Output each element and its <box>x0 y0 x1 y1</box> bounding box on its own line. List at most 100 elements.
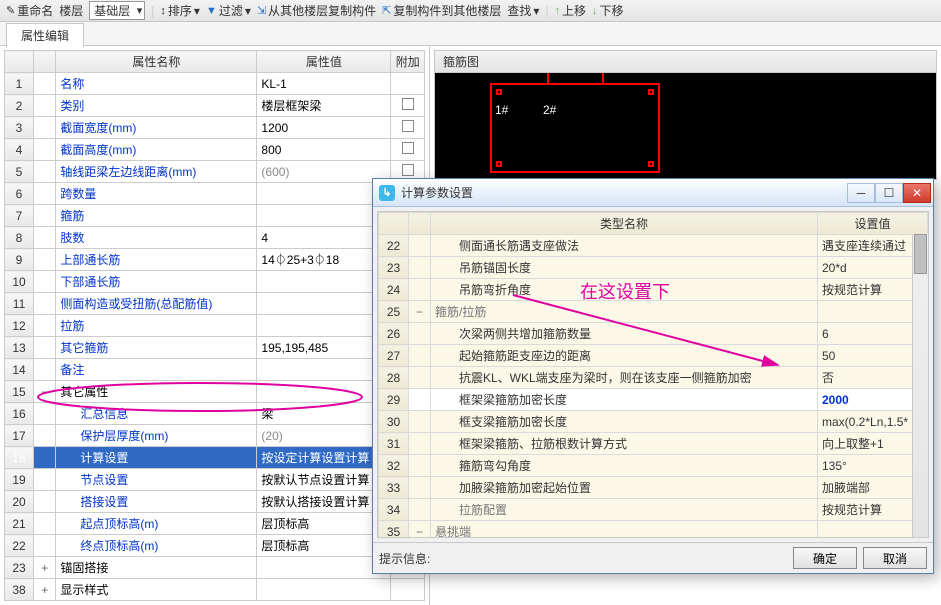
close-button[interactable]: ✕ <box>903 183 931 203</box>
param-value[interactable]: 50 <box>818 345 928 367</box>
table-row[interactable]: 25−箍筋/拉筋 <box>379 301 928 323</box>
table-row[interactable]: 28抗震KL、WKL端支座为梁时，则在该支座一侧箍筋加密否 <box>379 367 928 389</box>
param-value[interactable]: 2000 <box>818 389 928 411</box>
attach-checkbox[interactable] <box>391 95 425 117</box>
param-value[interactable]: 20*d <box>818 257 928 279</box>
prop-value[interactable] <box>257 271 391 293</box>
table-row[interactable]: 23+锚固搭接 <box>5 557 425 579</box>
floor-selector[interactable]: 基础层▾ <box>89 1 145 20</box>
param-value[interactable]: 加腋端部 <box>818 477 928 499</box>
tree-toggle[interactable]: − <box>34 381 56 403</box>
prop-value[interactable]: 层顶标高 <box>257 513 391 535</box>
prop-value[interactable]: (20) <box>257 425 391 447</box>
prop-value[interactable]: KL-1 <box>257 73 391 95</box>
filter-button[interactable]: ▼过滤 ▾ <box>206 2 251 19</box>
table-row[interactable]: 14备注 <box>5 359 425 381</box>
param-value[interactable]: 否 <box>818 367 928 389</box>
attach-checkbox[interactable] <box>391 139 425 161</box>
prop-value[interactable]: 4 <box>257 227 391 249</box>
sort-button[interactable]: ↕排序 ▾ <box>160 2 200 19</box>
prop-value[interactable] <box>257 183 391 205</box>
table-row[interactable]: 19节点设置按默认节点设置计算 <box>5 469 425 491</box>
table-row[interactable]: 17保护层厚度(mm)(20) <box>5 425 425 447</box>
table-row[interactable]: 13其它箍筋195,195,485 <box>5 337 425 359</box>
prop-value[interactable]: 195,195,485 <box>257 337 391 359</box>
table-row[interactable]: 1名称KL-1 <box>5 73 425 95</box>
vertical-scrollbar[interactable] <box>912 234 928 537</box>
table-row[interactable]: 6跨数量 <box>5 183 425 205</box>
tree-toggle[interactable]: − <box>409 301 431 323</box>
param-value[interactable]: 按规范计算 <box>818 499 928 521</box>
rename-button[interactable]: ✎重命名 <box>6 2 53 19</box>
table-row[interactable]: 34拉筋配置按规范计算 <box>379 499 928 521</box>
table-row[interactable]: 23吊筋锚固长度20*d <box>379 257 928 279</box>
move-down-button[interactable]: ↓下移 <box>592 2 624 19</box>
prop-value[interactable]: 层顶标高 <box>257 535 391 557</box>
table-row[interactable]: 31框架梁箍筋、拉筋根数计算方式向上取整+1 <box>379 433 928 455</box>
prop-value[interactable] <box>257 359 391 381</box>
table-row[interactable]: 9上部通长筋14⏀25+3⏀18 <box>5 249 425 271</box>
find-button[interactable]: 查找 ▾ <box>507 2 539 19</box>
table-row[interactable]: 30框支梁箍筋加密长度max(0.2*Ln,1.5* <box>379 411 928 433</box>
prop-value[interactable]: 按默认节点设置计算 <box>257 469 391 491</box>
table-row[interactable]: 24吊筋弯折角度按规范计算 <box>379 279 928 301</box>
table-row[interactable]: 33加腋梁箍筋加密起始位置加腋端部 <box>379 477 928 499</box>
property-grid[interactable]: 属性名称 属性值 附加 1名称KL-12类别楼层框架梁3截面宽度(mm)1200… <box>4 50 425 601</box>
param-value[interactable] <box>818 301 928 323</box>
prop-value[interactable] <box>257 205 391 227</box>
param-value[interactable]: max(0.2*Ln,1.5* <box>818 411 928 433</box>
tree-toggle[interactable]: − <box>409 521 431 539</box>
param-value[interactable]: 遇支座连续通过 <box>818 235 928 257</box>
table-row[interactable]: 27起始箍筋距支座边的距离50 <box>379 345 928 367</box>
table-row[interactable]: 38+显示样式 <box>5 579 425 601</box>
table-row[interactable]: 7箍筋 <box>5 205 425 227</box>
attach-checkbox[interactable] <box>391 73 425 95</box>
table-row[interactable]: 21起点顶标高(m)层顶标高 <box>5 513 425 535</box>
maximize-button[interactable]: ☐ <box>875 183 903 203</box>
prop-value[interactable]: 14⏀25+3⏀18 <box>257 249 391 271</box>
table-row[interactable]: 5轴线距梁左边线距离(mm)(600) <box>5 161 425 183</box>
prop-value[interactable] <box>257 315 391 337</box>
ok-button[interactable]: 确定 <box>793 547 857 569</box>
prop-value[interactable]: 按默认搭接设置计算 <box>257 491 391 513</box>
table-row[interactable]: 11侧面构造或受扭筋(总配筋值) <box>5 293 425 315</box>
prop-value[interactable] <box>257 579 391 601</box>
attach-checkbox[interactable] <box>391 117 425 139</box>
table-row[interactable]: 10下部通长筋 <box>5 271 425 293</box>
prop-value[interactable]: 800 <box>257 139 391 161</box>
prop-value[interactable]: 梁 <box>257 403 391 425</box>
minimize-button[interactable]: ─ <box>847 183 875 203</box>
param-value[interactable]: 6 <box>818 323 928 345</box>
prop-value[interactable] <box>257 381 391 403</box>
table-row[interactable]: 2类别楼层框架梁 <box>5 95 425 117</box>
table-row[interactable]: 16汇总信息梁 <box>5 403 425 425</box>
table-row[interactable]: 4截面高度(mm)800 <box>5 139 425 161</box>
dialog-titlebar[interactable]: ↳ 计算参数设置 ─ ☐ ✕ <box>373 179 933 207</box>
table-row[interactable]: 29框架梁箍筋加密长度2000 <box>379 389 928 411</box>
prop-value[interactable] <box>257 557 391 579</box>
table-row[interactable]: 22终点顶标高(m)层顶标高 <box>5 535 425 557</box>
tab-property-edit[interactable]: 属性编辑 <box>6 23 84 48</box>
prop-value[interactable]: 1200 <box>257 117 391 139</box>
table-row[interactable]: 18计算设置按设定计算设置计算 <box>5 447 425 469</box>
table-row[interactable]: 32箍筋弯勾角度135° <box>379 455 928 477</box>
tree-toggle[interactable]: + <box>34 557 56 579</box>
table-row[interactable]: 8肢数4 <box>5 227 425 249</box>
table-row[interactable]: 15−其它属性 <box>5 381 425 403</box>
table-row[interactable]: 3截面宽度(mm)1200 <box>5 117 425 139</box>
copy-to-button[interactable]: ⇱复制构件到其他楼层 <box>382 2 501 19</box>
table-row[interactable]: 26次梁两侧共增加箍筋数量6 <box>379 323 928 345</box>
prop-value[interactable]: 按设定计算设置计算 <box>257 447 391 469</box>
param-value[interactable]: 向上取整+1 <box>818 433 928 455</box>
param-value[interactable]: 135° <box>818 455 928 477</box>
table-row[interactable]: 35−悬挑端 <box>379 521 928 539</box>
move-up-button[interactable]: ↑上移 <box>555 2 587 19</box>
param-value[interactable]: 按规范计算 <box>818 279 928 301</box>
prop-value[interactable] <box>257 293 391 315</box>
table-row[interactable]: 22侧面通长筋遇支座做法遇支座连续通过 <box>379 235 928 257</box>
table-row[interactable]: 12拉筋 <box>5 315 425 337</box>
params-grid[interactable]: 类型名称 设置值 22侧面通长筋遇支座做法遇支座连续通过23吊筋锚固长度20*d… <box>378 212 928 538</box>
table-row[interactable]: 20搭接设置按默认搭接设置计算 <box>5 491 425 513</box>
prop-value[interactable]: 楼层框架梁 <box>257 95 391 117</box>
prop-value[interactable]: (600) <box>257 161 391 183</box>
